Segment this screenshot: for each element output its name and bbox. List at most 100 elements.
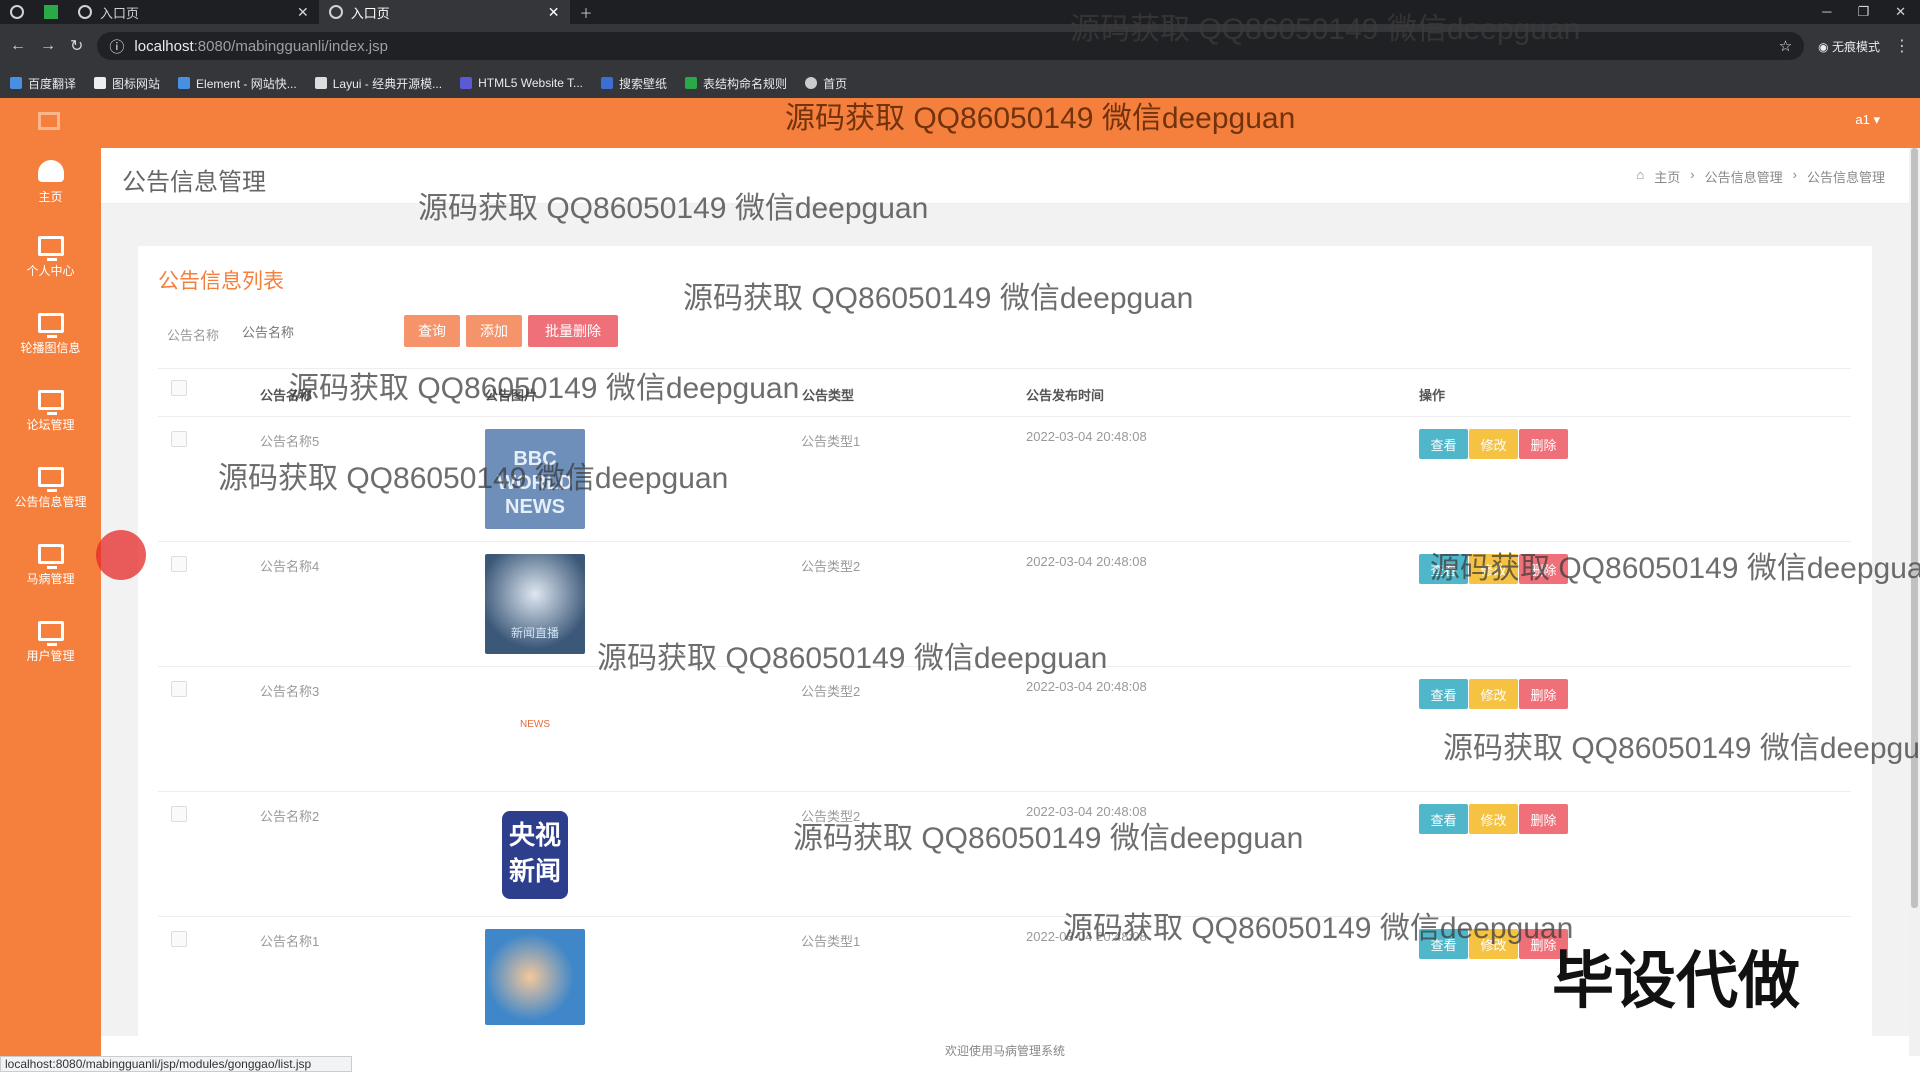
sidebar-item-label: 公告信息管理 [14, 495, 87, 509]
batch-delete-button[interactable]: 批量删除 [528, 315, 618, 347]
globe-icon [78, 5, 92, 19]
bookmark[interactable]: 图标网站 [94, 75, 160, 92]
close-icon[interactable]: ✕ [548, 4, 560, 21]
row-time: 2022-03-04 20:48:08 [1026, 554, 1147, 569]
close-icon[interactable]: ✕ [297, 4, 309, 21]
scrollbar-thumb[interactable] [1911, 148, 1918, 908]
bookmark[interactable]: 首页 [805, 75, 847, 92]
monitor-icon [37, 313, 64, 338]
row-image: 新闻直播 [485, 554, 585, 654]
sidebar-item-label: 主页 [38, 190, 63, 204]
row-checkbox[interactable] [171, 556, 187, 572]
bookmark-label: 百度翻译 [28, 76, 77, 91]
delete-button[interactable]: 删除 [1519, 804, 1568, 834]
row-time: 2022-03-04 20:48:08 [1026, 429, 1147, 444]
dashboard-icon [37, 160, 64, 182]
view-button[interactable]: 查看 [1419, 679, 1468, 709]
row-type: 公告类型2 [801, 559, 861, 574]
sidebar-item-users[interactable]: 用户管理 [0, 621, 101, 664]
monitor-icon [37, 390, 64, 415]
bookmark-label: 首页 [823, 76, 848, 91]
chevron-right-icon: › [1792, 167, 1797, 182]
query-button[interactable]: 查询 [404, 315, 460, 347]
menu-icon[interactable]: ⋮ [1894, 36, 1910, 56]
back-icon[interactable]: ← [10, 37, 26, 55]
edit-button[interactable]: 修改 [1469, 429, 1518, 459]
view-button[interactable]: 查看 [1419, 429, 1468, 459]
breadcrumb-current: 公告信息管理 [1806, 170, 1885, 185]
tab-app[interactable] [34, 0, 68, 24]
delete-button[interactable]: 删除 [1519, 679, 1568, 709]
row-checkbox[interactable] [171, 931, 187, 947]
bookmark-label: 搜索壁纸 [619, 76, 668, 91]
tab-2-label: 入口页 [350, 5, 390, 21]
watermark: 源码获取 QQ86050149 微信deepguan [785, 102, 1296, 135]
bookmark[interactable]: 百度翻译 [10, 75, 76, 92]
star-icon[interactable]: ☆ [1779, 37, 1792, 55]
select-all-checkbox[interactable] [171, 380, 187, 396]
tab-1-label: 入口页 [100, 5, 140, 21]
user-menu[interactable]: a1 ▾ [1855, 112, 1880, 128]
browser-menu[interactable] [0, 0, 34, 24]
sidebar-item-home[interactable]: 主页 [0, 160, 101, 205]
bookmark[interactable]: Element - 网站快... [178, 75, 297, 92]
monitor-icon [37, 467, 64, 492]
bookmark-icon [685, 77, 698, 89]
view-button[interactable]: 查看 [1419, 804, 1468, 834]
sidebar: 主页 个人中心 轮播图信息 论坛管理 公告信息管理 马病管理 用户管理 [0, 98, 101, 1072]
bookmark[interactable]: HTML5 Website T... [460, 76, 583, 90]
bookmark-icon [178, 77, 191, 89]
app-icon [44, 5, 58, 19]
breadcrumb: ⌂ 主页 › 公告信息管理 › 公告信息管理 [1636, 167, 1885, 186]
breadcrumb-section[interactable]: 公告信息管理 [1705, 167, 1783, 186]
bookmark[interactable]: 搜索壁纸 [601, 75, 667, 92]
profile-badge[interactable]: ◉ 无痕模式 [1818, 38, 1880, 55]
sidebar-item-carousel[interactable]: 轮播图信息 [0, 313, 101, 356]
row-checkbox[interactable] [171, 681, 187, 697]
column-header-type: 公告类型 [802, 388, 855, 403]
tab-1[interactable]: 入口页 ✕ [68, 0, 319, 24]
row-checkbox[interactable] [171, 806, 187, 822]
row-name: 公告名称2 [260, 809, 320, 824]
row-image-text: 新闻直播 [510, 626, 559, 640]
url-host: localhost [134, 37, 194, 55]
row-name: 公告名称4 [260, 559, 320, 574]
sidebar-item-label: 用户管理 [26, 649, 75, 663]
bookmark[interactable]: 表结构命名规则 [685, 75, 787, 92]
column-header-time: 公告发布时间 [1026, 388, 1105, 403]
bookmark-label: 表结构命名规则 [703, 76, 788, 91]
browser-icon [10, 5, 24, 19]
row-type: 公告类型1 [801, 934, 861, 949]
close-window-icon[interactable]: ✕ [1895, 4, 1906, 20]
watermark: 源码获取 QQ86050149 微信deepguan [418, 192, 929, 225]
delete-button[interactable]: 删除 [1519, 429, 1568, 459]
sidebar-item-profile[interactable]: 个人中心 [0, 236, 101, 279]
row-name: 公告名称1 [260, 934, 320, 949]
minimize-icon[interactable]: ─ [1822, 4, 1831, 20]
click-indicator [96, 530, 146, 580]
tab-2[interactable]: 入口页 ✕ [318, 0, 570, 24]
watermark: 源码获取 QQ86050149 微信deepguan [218, 462, 729, 495]
restore-icon[interactable]: ❐ [1857, 4, 1869, 20]
bookmark[interactable]: Layui - 经典开源模... [314, 75, 442, 92]
sidebar-item-notice[interactable]: 公告信息管理 [0, 467, 101, 510]
search-input[interactable] [238, 318, 388, 346]
status-bar-url: localhost:8080/mabingguanli/jsp/modules/… [0, 1056, 352, 1072]
row-type: 公告类型1 [801, 434, 861, 449]
forward-icon[interactable]: → [40, 37, 56, 55]
bookmark-icon [805, 77, 818, 89]
bookmark-icon [460, 77, 473, 89]
sidebar-item-label: 个人中心 [26, 264, 75, 278]
add-button[interactable]: 添加 [466, 315, 522, 347]
footer-text: 欢迎使用马病管理系统 [101, 1036, 1909, 1072]
new-tab-button[interactable]: ＋ [570, 0, 603, 24]
breadcrumb-home[interactable]: 主页 [1654, 167, 1680, 186]
row-checkbox[interactable] [171, 431, 187, 447]
sidebar-item-label: 轮播图信息 [20, 341, 81, 355]
sidebar-item-disease[interactable]: 马病管理 [0, 544, 101, 587]
scrollbar[interactable] [1909, 148, 1920, 1056]
sidebar-item-forum[interactable]: 论坛管理 [0, 390, 101, 433]
edit-button[interactable]: 修改 [1469, 804, 1518, 834]
reload-icon[interactable]: ↻ [70, 36, 83, 56]
edit-button[interactable]: 修改 [1469, 679, 1518, 709]
